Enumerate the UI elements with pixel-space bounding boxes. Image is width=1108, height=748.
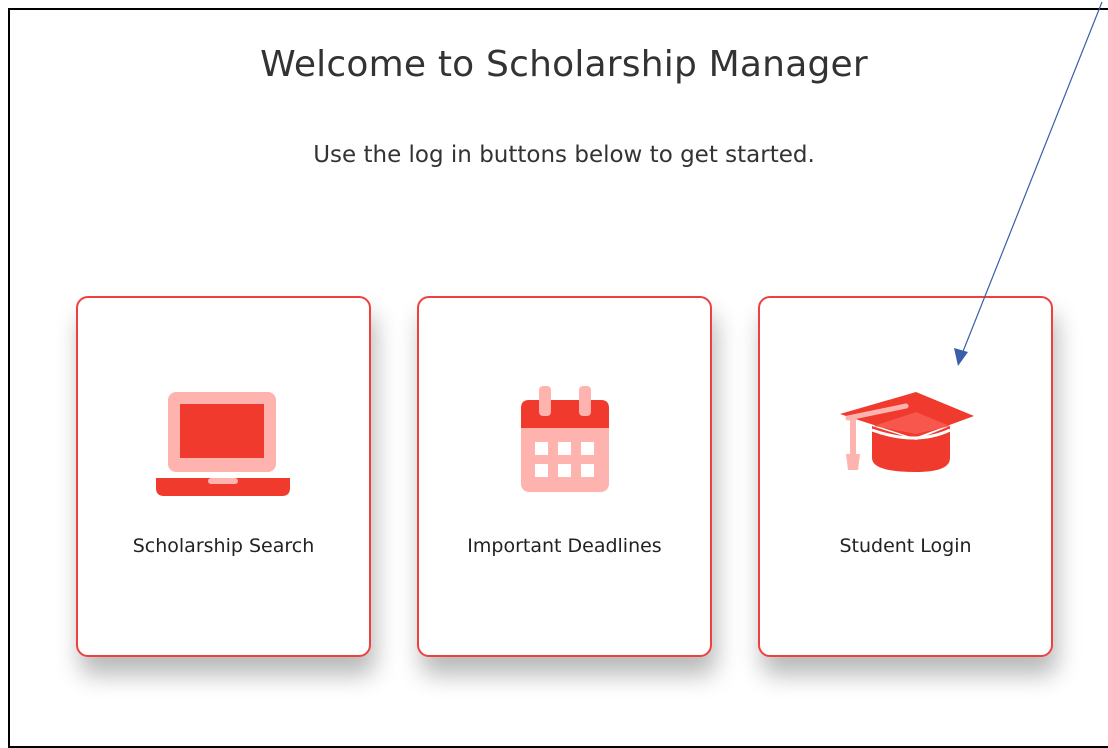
page-title: Welcome to Scholarship Manager [260,44,868,85]
laptop-icon [78,386,369,496]
calendar-icon [419,386,710,494]
student-login-card[interactable]: Student Login [758,296,1053,657]
scholarship-search-card[interactable]: Scholarship Search [76,296,371,657]
student-login-label: Student Login [839,535,972,557]
important-deadlines-card[interactable]: Important Deadlines [417,296,712,657]
graduation-cap-icon [760,386,1051,486]
page-subtitle: Use the log in buttons below to get star… [313,142,815,168]
scholarship-search-label: Scholarship Search [132,535,315,557]
important-deadlines-label: Important Deadlines [467,535,662,557]
